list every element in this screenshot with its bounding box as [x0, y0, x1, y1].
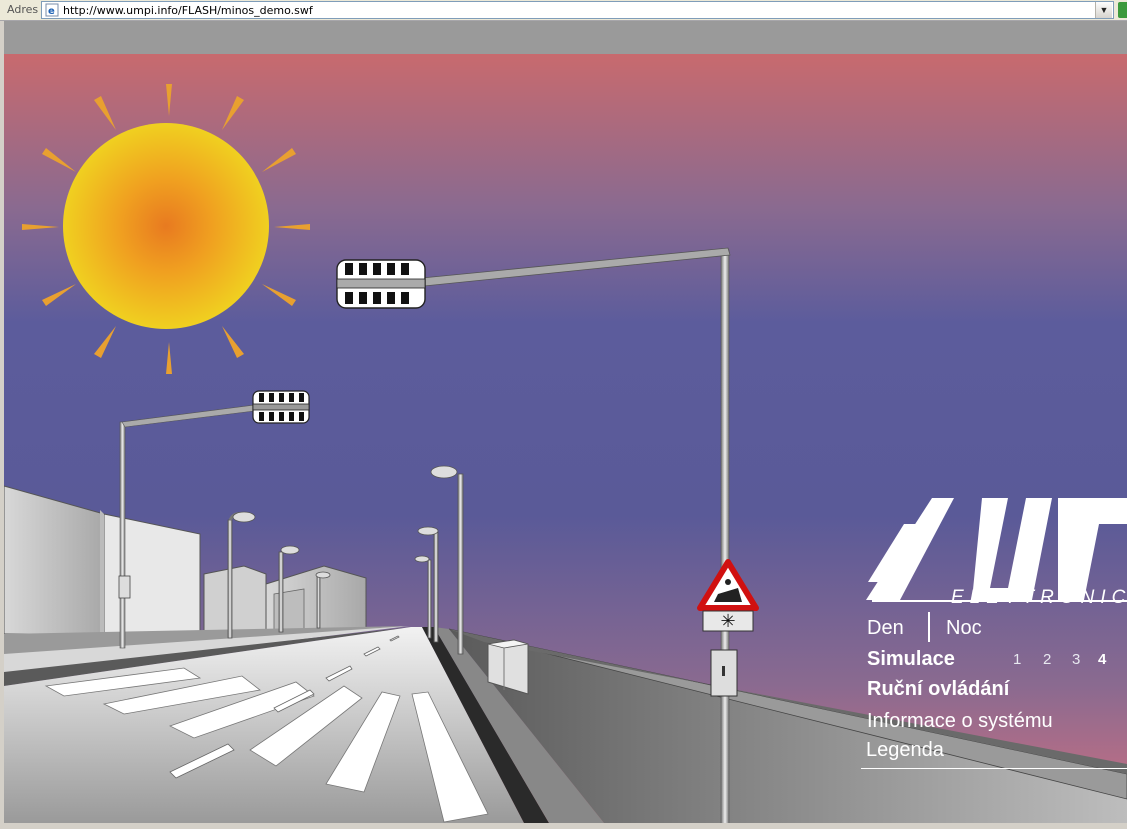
menu-simulace[interactable]: Simulace	[867, 648, 955, 671]
menu-legenda[interactable]: Legenda	[866, 739, 944, 762]
menu-underline	[861, 768, 1127, 769]
address-bar: Adres e http://www.umpi.info/FLASH/minos…	[0, 0, 1127, 21]
simulation-step-4[interactable]: 4	[1098, 651, 1106, 668]
simulation-step-2[interactable]: 2	[1043, 651, 1051, 668]
flash-top-strip	[4, 21, 1127, 54]
window-bottom-edge	[0, 823, 1127, 829]
simulation-step-1[interactable]: 1	[1013, 651, 1021, 668]
sign-asterisk-icon: ✳	[720, 611, 735, 632]
menu-den[interactable]: Den	[867, 617, 904, 640]
logo-text: ELETTRONIC	[951, 587, 1127, 608]
address-dropdown-button[interactable]: ▼	[1095, 2, 1112, 18]
simulation-step-3[interactable]: 3	[1072, 651, 1080, 668]
address-input[interactable]: e http://www.umpi.info/FLASH/minos_demo.…	[41, 1, 1114, 19]
menu-separator	[928, 612, 930, 642]
go-button[interactable]	[1118, 2, 1127, 18]
svg-text:e: e	[48, 6, 55, 17]
menu-informace[interactable]: Informace o systému	[867, 710, 1053, 733]
street-illustration: ✳	[4, 54, 1127, 823]
menu-rucni-ovladani[interactable]: Ruční ovládání	[867, 678, 1009, 701]
flash-scene[interactable]: ✳	[4, 54, 1127, 823]
address-url: http://www.umpi.info/FLASH/minos_demo.sw…	[63, 4, 313, 17]
menu-noc[interactable]: Noc	[946, 617, 982, 640]
ie-page-icon: e	[45, 3, 59, 17]
address-label: Adres	[7, 3, 39, 16]
